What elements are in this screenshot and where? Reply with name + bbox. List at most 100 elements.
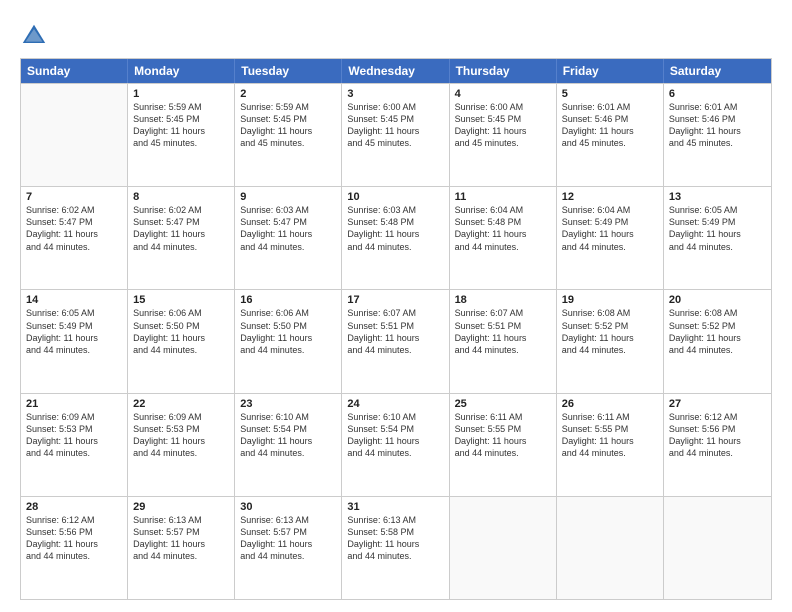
day-number: 9 [240, 191, 336, 203]
calendar-cell: 20Sunrise: 6:08 AM Sunset: 5:52 PM Dayli… [664, 290, 771, 392]
day-info: Sunrise: 6:10 AM Sunset: 5:54 PM Dayligh… [347, 411, 443, 460]
day-info: Sunrise: 6:02 AM Sunset: 5:47 PM Dayligh… [133, 204, 229, 253]
day-number: 16 [240, 294, 336, 306]
day-info: Sunrise: 5:59 AM Sunset: 5:45 PM Dayligh… [240, 101, 336, 150]
calendar-cell: 3Sunrise: 6:00 AM Sunset: 5:45 PM Daylig… [342, 84, 449, 186]
day-info: Sunrise: 6:10 AM Sunset: 5:54 PM Dayligh… [240, 411, 336, 460]
calendar-cell: 5Sunrise: 6:01 AM Sunset: 5:46 PM Daylig… [557, 84, 664, 186]
calendar: SundayMondayTuesdayWednesdayThursdayFrid… [20, 58, 772, 600]
day-number: 31 [347, 501, 443, 513]
day-number: 30 [240, 501, 336, 513]
day-number: 22 [133, 398, 229, 410]
calendar-cell: 4Sunrise: 6:00 AM Sunset: 5:45 PM Daylig… [450, 84, 557, 186]
calendar-row-1: 1Sunrise: 5:59 AM Sunset: 5:45 PM Daylig… [21, 83, 771, 186]
day-info: Sunrise: 6:12 AM Sunset: 5:56 PM Dayligh… [26, 514, 122, 563]
day-info: Sunrise: 6:11 AM Sunset: 5:55 PM Dayligh… [562, 411, 658, 460]
day-number: 4 [455, 88, 551, 100]
day-info: Sunrise: 6:00 AM Sunset: 5:45 PM Dayligh… [347, 101, 443, 150]
day-info: Sunrise: 6:07 AM Sunset: 5:51 PM Dayligh… [455, 307, 551, 356]
calendar-cell: 13Sunrise: 6:05 AM Sunset: 5:49 PM Dayli… [664, 187, 771, 289]
calendar-cell: 1Sunrise: 5:59 AM Sunset: 5:45 PM Daylig… [128, 84, 235, 186]
calendar-cell: 12Sunrise: 6:04 AM Sunset: 5:49 PM Dayli… [557, 187, 664, 289]
header-day-thursday: Thursday [450, 59, 557, 83]
day-info: Sunrise: 6:07 AM Sunset: 5:51 PM Dayligh… [347, 307, 443, 356]
day-info: Sunrise: 6:01 AM Sunset: 5:46 PM Dayligh… [562, 101, 658, 150]
calendar-cell: 2Sunrise: 5:59 AM Sunset: 5:45 PM Daylig… [235, 84, 342, 186]
calendar-cell: 22Sunrise: 6:09 AM Sunset: 5:53 PM Dayli… [128, 394, 235, 496]
day-number: 17 [347, 294, 443, 306]
day-info: Sunrise: 6:13 AM Sunset: 5:57 PM Dayligh… [133, 514, 229, 563]
day-number: 18 [455, 294, 551, 306]
day-number: 11 [455, 191, 551, 203]
calendar-cell: 31Sunrise: 6:13 AM Sunset: 5:58 PM Dayli… [342, 497, 449, 599]
day-info: Sunrise: 6:03 AM Sunset: 5:48 PM Dayligh… [347, 204, 443, 253]
calendar-header: SundayMondayTuesdayWednesdayThursdayFrid… [21, 59, 771, 83]
day-number: 26 [562, 398, 658, 410]
day-info: Sunrise: 6:06 AM Sunset: 5:50 PM Dayligh… [240, 307, 336, 356]
calendar-cell: 15Sunrise: 6:06 AM Sunset: 5:50 PM Dayli… [128, 290, 235, 392]
header-day-tuesday: Tuesday [235, 59, 342, 83]
day-number: 6 [669, 88, 766, 100]
day-info: Sunrise: 6:01 AM Sunset: 5:46 PM Dayligh… [669, 101, 766, 150]
calendar-row-2: 7 Sunrise: 6:02 AM Sunset: 5:47 PM Daylig… [21, 186, 771, 289]
calendar-cell: 23Sunrise: 6:10 AM Sunset: 5:54 PM Dayli… [235, 394, 342, 496]
calendar-cell: 19Sunrise: 6:08 AM Sunset: 5:52 PM Dayli… [557, 290, 664, 392]
calendar-cell: 29Sunrise: 6:13 AM Sunset: 5:57 PM Dayli… [128, 497, 235, 599]
day-number: 1 [133, 88, 229, 100]
calendar-cell: 14Sunrise: 6:05 AM Sunset: 5:49 PM Dayli… [21, 290, 128, 392]
day-info: Sunrise: 6:13 AM Sunset: 5:58 PM Dayligh… [347, 514, 443, 563]
day-number: 12 [562, 191, 658, 203]
day-info: Sunrise: 6:05 AM Sunset: 5:49 PM Dayligh… [669, 204, 766, 253]
calendar-body: 1Sunrise: 5:59 AM Sunset: 5:45 PM Daylig… [21, 83, 771, 599]
calendar-cell [450, 497, 557, 599]
day-info: Sunrise: 6:12 AM Sunset: 5:56 PM Dayligh… [669, 411, 766, 460]
day-number: 23 [240, 398, 336, 410]
logo-icon [20, 22, 48, 50]
day-number: 28 [26, 501, 122, 513]
header-day-sunday: Sunday [21, 59, 128, 83]
day-number: 19 [562, 294, 658, 306]
calendar-cell [664, 497, 771, 599]
calendar-cell: 8Sunrise: 6:02 AM Sunset: 5:47 PM Daylig… [128, 187, 235, 289]
header-day-friday: Friday [557, 59, 664, 83]
day-number: 2 [240, 88, 336, 100]
day-info: Sunrise: 6:03 AM Sunset: 5:47 PM Dayligh… [240, 204, 336, 253]
day-number: 25 [455, 398, 551, 410]
calendar-cell: 17Sunrise: 6:07 AM Sunset: 5:51 PM Dayli… [342, 290, 449, 392]
day-number: 3 [347, 88, 443, 100]
logo [20, 22, 50, 50]
day-info: Sunrise: 6:06 AM Sunset: 5:50 PM Dayligh… [133, 307, 229, 356]
calendar-cell: 18Sunrise: 6:07 AM Sunset: 5:51 PM Dayli… [450, 290, 557, 392]
calendar-row-4: 21 Sunrise: 6:09 AM Sunset: 5:53 PM Dayli… [21, 393, 771, 496]
day-number: 8 [133, 191, 229, 203]
calendar-cell: 26Sunrise: 6:11 AM Sunset: 5:55 PM Dayli… [557, 394, 664, 496]
calendar-row-3: 14Sunrise: 6:05 AM Sunset: 5:49 PM Dayli… [21, 289, 771, 392]
calendar-cell [557, 497, 664, 599]
day-number: 13 [669, 191, 766, 203]
calendar-cell: 21Sunrise: 6:09 AM Sunset: 5:53 PM Dayli… [21, 394, 128, 496]
day-info: Sunrise: 6:08 AM Sunset: 5:52 PM Dayligh… [562, 307, 658, 356]
calendar-cell: 28Sunrise: 6:12 AM Sunset: 5:56 PM Dayli… [21, 497, 128, 599]
calendar-cell: 27Sunrise: 6:12 AM Sunset: 5:56 PM Dayli… [664, 394, 771, 496]
calendar-cell: 24Sunrise: 6:10 AM Sunset: 5:54 PM Dayli… [342, 394, 449, 496]
header-day-wednesday: Wednesday [342, 59, 449, 83]
calendar-cell: 10Sunrise: 6:03 AM Sunset: 5:48 PM Dayli… [342, 187, 449, 289]
page-header [20, 18, 772, 50]
day-number: 7 [26, 191, 122, 203]
header-day-monday: Monday [128, 59, 235, 83]
calendar-row-5: 28Sunrise: 6:12 AM Sunset: 5:56 PM Dayli… [21, 496, 771, 599]
day-info: Sunrise: 6:11 AM Sunset: 5:55 PM Dayligh… [455, 411, 551, 460]
calendar-cell: 11Sunrise: 6:04 AM Sunset: 5:48 PM Dayli… [450, 187, 557, 289]
day-number: 5 [562, 88, 658, 100]
calendar-cell: 16Sunrise: 6:06 AM Sunset: 5:50 PM Dayli… [235, 290, 342, 392]
day-number: 21 [26, 398, 122, 410]
day-info: Sunrise: 6:04 AM Sunset: 5:48 PM Dayligh… [455, 204, 551, 253]
calendar-cell: 30Sunrise: 6:13 AM Sunset: 5:57 PM Dayli… [235, 497, 342, 599]
day-info: Sunrise: 5:59 AM Sunset: 5:45 PM Dayligh… [133, 101, 229, 150]
calendar-cell: 7Sunrise: 6:02 AM Sunset: 5:47 PM Daylig… [21, 187, 128, 289]
day-number: 29 [133, 501, 229, 513]
day-info: Sunrise: 6:09 AM Sunset: 5:53 PM Dayligh… [133, 411, 229, 460]
day-number: 10 [347, 191, 443, 203]
day-info: Sunrise: 6:00 AM Sunset: 5:45 PM Dayligh… [455, 101, 551, 150]
day-number: 27 [669, 398, 766, 410]
